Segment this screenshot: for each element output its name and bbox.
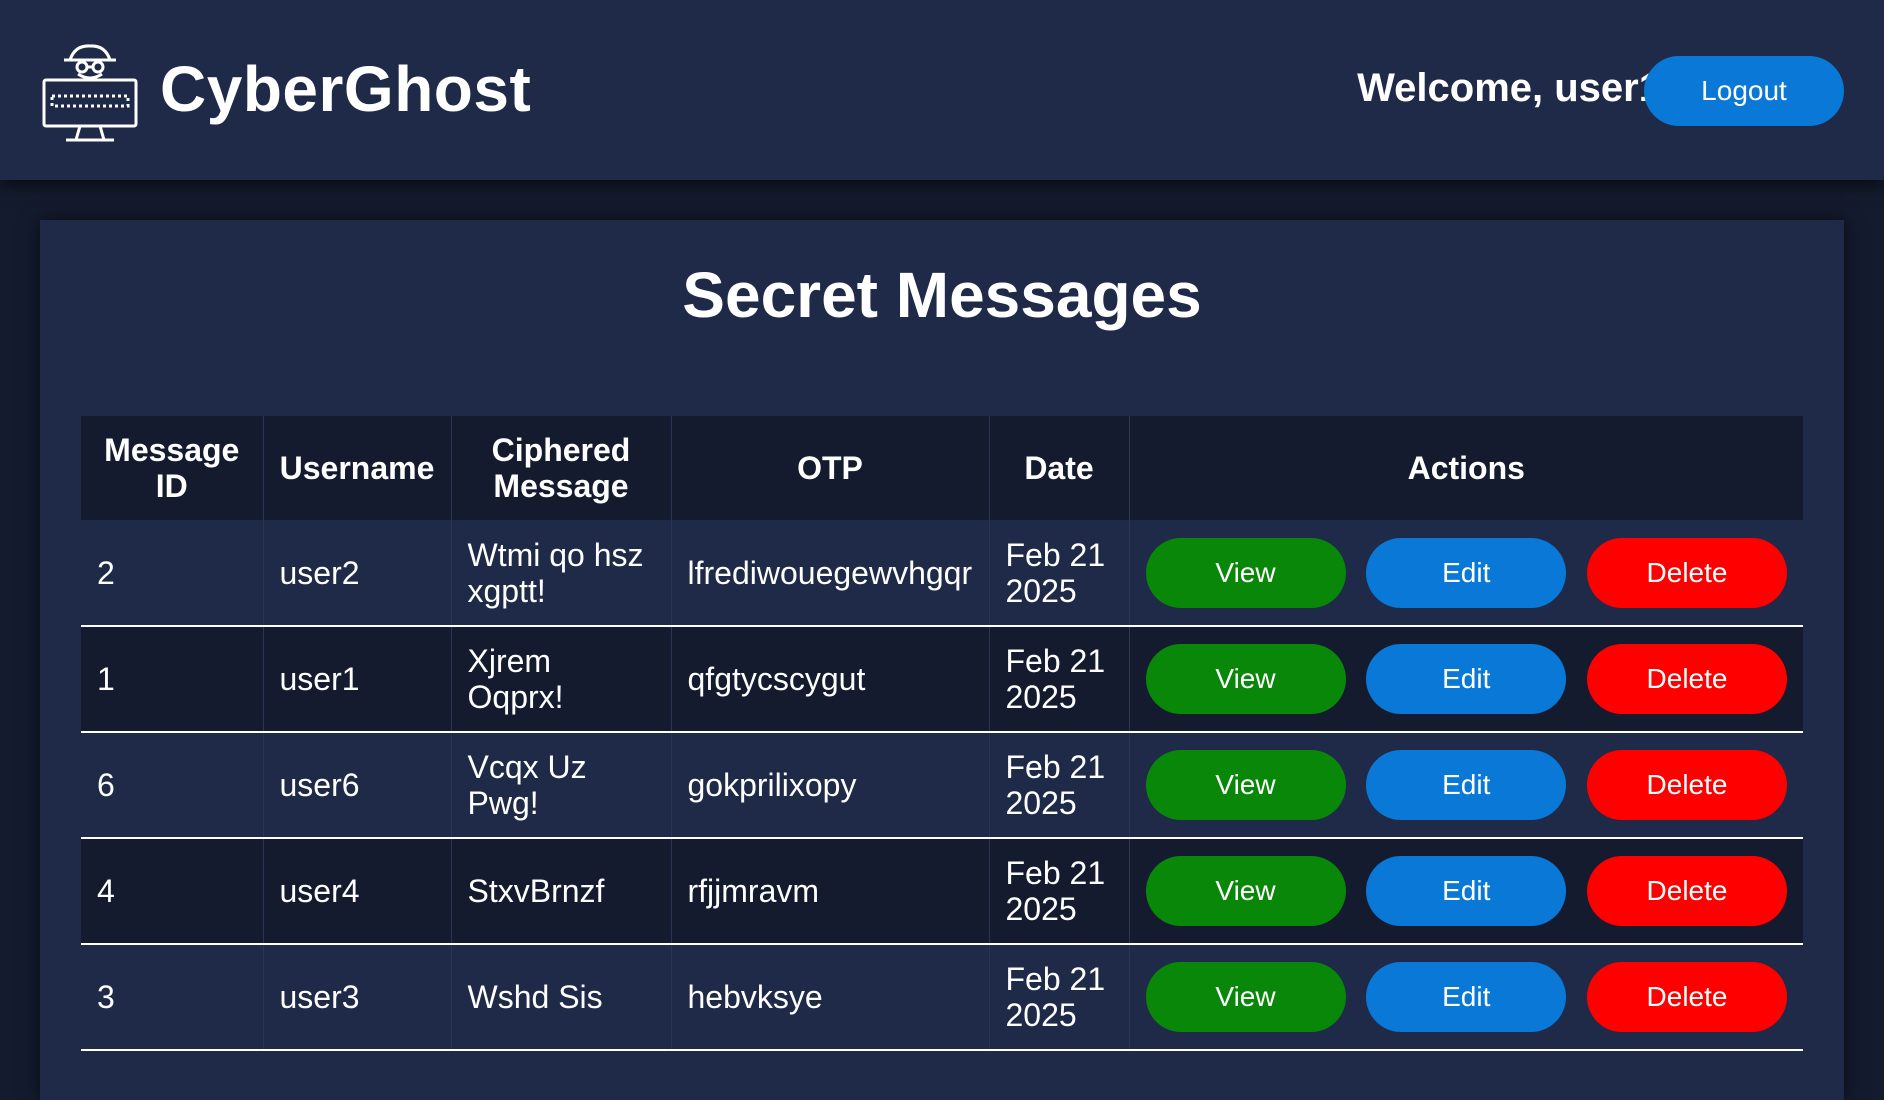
column-header-actions: Actions (1129, 416, 1803, 520)
cell-ciphered-message: Vcqx Uz Pwg! (451, 732, 672, 839)
cell-actions: View Edit Delete (1129, 944, 1803, 1051)
cell-date: Feb 21 2025 (989, 838, 1130, 945)
table-row: 6 user6 Vcqx Uz Pwg! gokprilixopy Feb 21… (81, 732, 1803, 839)
cell-ciphered-message: Xjrem Oqprx! (451, 626, 672, 733)
cell-username: user4 (263, 838, 452, 945)
cell-message-id: 6 (81, 732, 264, 839)
cell-date: Feb 21 2025 (989, 732, 1130, 839)
cell-otp: qfgtycscygut (671, 626, 990, 733)
cell-username: user2 (263, 520, 452, 627)
cell-actions: View Edit Delete (1129, 520, 1803, 627)
spy-hacker-icon (42, 44, 138, 142)
delete-button[interactable]: Delete (1587, 750, 1787, 820)
messages-panel: Secret Messages Message ID Username Ciph… (40, 220, 1844, 1100)
cell-actions: View Edit Delete (1129, 838, 1803, 945)
view-button[interactable]: View (1145, 962, 1346, 1032)
table-row: 3 user3 Wshd Sis hebvksye Feb 21 2025 Vi… (81, 944, 1803, 1051)
cell-otp: hebvksye (671, 944, 990, 1051)
delete-button[interactable]: Delete (1587, 856, 1787, 926)
cell-otp: gokprilixopy (671, 732, 990, 839)
cell-message-id: 4 (81, 838, 264, 945)
cell-actions: View Edit Delete (1129, 732, 1803, 839)
page-title: Secret Messages (682, 259, 1202, 331)
table-row: 1 user1 Xjrem Oqprx! qfgtycscygut Feb 21… (81, 626, 1803, 733)
edit-button[interactable]: Edit (1366, 750, 1567, 820)
view-button[interactable]: View (1145, 856, 1346, 926)
column-header-ciphered-message: Ciphered Message (451, 416, 672, 520)
logout-button[interactable]: Logout (1644, 56, 1844, 126)
cell-date: Feb 21 2025 (989, 944, 1130, 1051)
column-header-username: Username (263, 416, 452, 520)
cell-otp: lfrediwouegewvhgqr (671, 520, 990, 627)
table-header-row: Message ID Username Ciphered Message OTP… (81, 416, 1803, 520)
app-header: CyberGhost Welcome, user1 Logout (0, 0, 1884, 180)
delete-button[interactable]: Delete (1587, 537, 1787, 608)
messages-table: Message ID Username Ciphered Message OTP… (81, 416, 1803, 1051)
edit-button[interactable]: Edit (1366, 856, 1567, 926)
cell-message-id: 3 (81, 944, 264, 1051)
cell-username: user6 (263, 732, 452, 839)
cell-otp: rfjjmravm (671, 838, 990, 945)
delete-button[interactable]: Delete (1587, 644, 1787, 714)
view-button[interactable]: View (1145, 537, 1346, 608)
table-row: 2 user2 Wtmi qo hsz xgptt! lfrediwouegew… (81, 520, 1803, 627)
cell-actions: View Edit Delete (1129, 626, 1803, 733)
table-row: 4 user4 StxvBrnzf rfjjmravm Feb 21 2025 … (81, 838, 1803, 945)
cell-message-id: 1 (81, 626, 264, 733)
cell-date: Feb 21 2025 (989, 626, 1130, 733)
cell-ciphered-message: Wshd Sis (451, 944, 672, 1051)
column-header-date: Date (989, 416, 1130, 520)
delete-button[interactable]: Delete (1587, 962, 1787, 1032)
column-header-otp: OTP (671, 416, 990, 520)
welcome-message: Welcome, user1 (1357, 66, 1661, 110)
view-button[interactable]: View (1145, 644, 1346, 714)
edit-button[interactable]: Edit (1366, 537, 1567, 608)
view-button[interactable]: View (1145, 750, 1346, 820)
cell-message-id: 2 (81, 520, 264, 627)
cell-date: Feb 21 2025 (989, 520, 1130, 627)
cell-username: user3 (263, 944, 452, 1051)
cell-username: user1 (263, 626, 452, 733)
edit-button[interactable]: Edit (1366, 962, 1567, 1032)
cell-ciphered-message: StxvBrnzf (451, 838, 672, 945)
edit-button[interactable]: Edit (1366, 644, 1567, 714)
column-header-message-id: Message ID (81, 416, 264, 520)
brand-name: CyberGhost (160, 53, 532, 125)
cell-ciphered-message: Wtmi qo hsz xgptt! (451, 520, 672, 627)
